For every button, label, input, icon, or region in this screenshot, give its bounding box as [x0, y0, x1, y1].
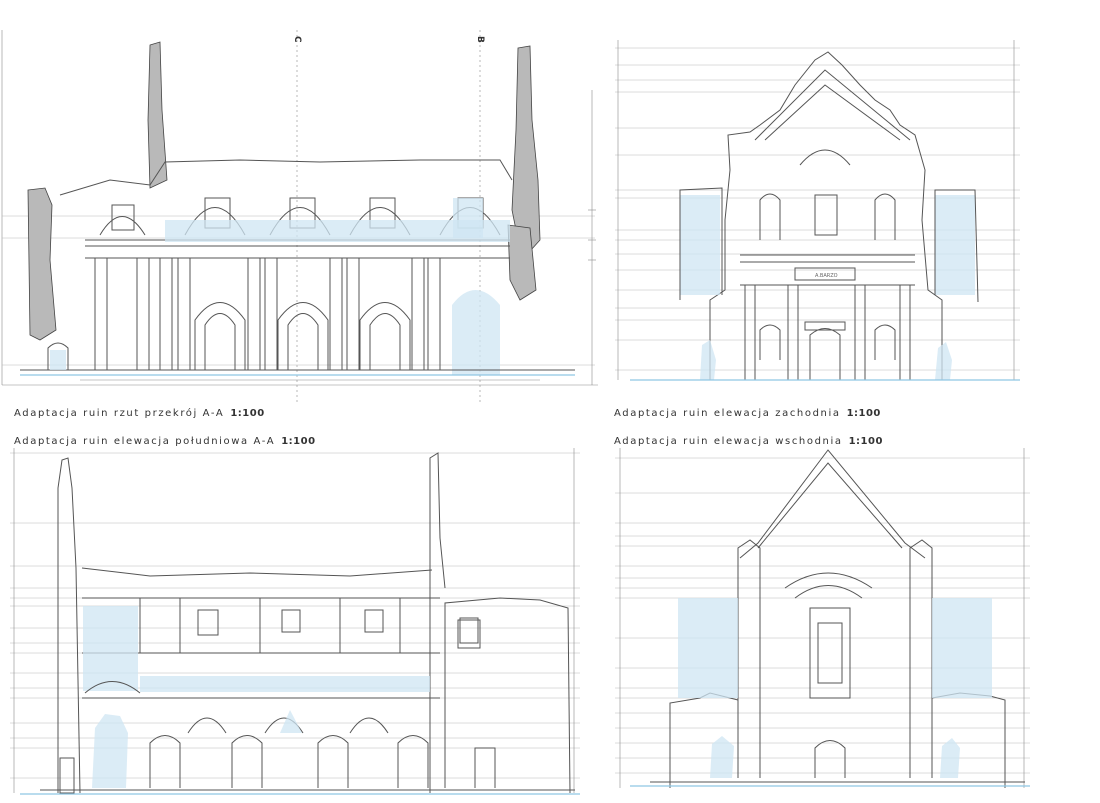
section-aa-svg: C B C B — [1, 30, 598, 405]
east-elevation-drawing — [610, 448, 1050, 800]
west-elevation-drawing: A.BARZO — [610, 40, 1050, 385]
axis-b-top: B — [475, 36, 485, 43]
south-elevation-scale: 1:100 — [281, 436, 316, 447]
south-elevation-caption-text: Adaptacja ruin elewacja południowa A-A — [14, 436, 276, 447]
south-elevation-caption: Adaptacja ruin elewacja południowa A-A 1:… — [14, 436, 316, 447]
south-elevation-drawing — [0, 448, 600, 800]
section-aa-caption-text: Adaptacja ruin rzut przekrój A-A — [14, 408, 225, 419]
west-elevation-svg: A.BARZO — [615, 40, 1020, 381]
west-elevation-caption: Adaptacja ruin elewacja zachodnia 1:100 — [614, 408, 881, 419]
east-elevation-svg — [615, 448, 1030, 788]
section-aa-drawing: C B C B — [0, 30, 600, 405]
drawing-sheet: C B C B Adaptacja ruin rzut przekrój A-A… — [0, 0, 1100, 803]
west-elevation-caption-text: Adaptacja ruin elewacja zachodnia — [614, 408, 841, 419]
section-aa-caption: Adaptacja ruin rzut przekrój A-A 1:100 — [14, 408, 265, 419]
east-elevation-caption-text: Adaptacja ruin elewacja wschodnia — [614, 436, 843, 447]
east-elevation-scale: 1:100 — [848, 436, 883, 447]
west-elevation-scale: 1:100 — [846, 408, 881, 419]
axis-c-top: C — [292, 36, 302, 43]
south-elevation-svg — [10, 448, 580, 795]
section-aa-scale: 1:100 — [230, 408, 265, 419]
west-sign-text: A.BARZO — [815, 273, 838, 279]
east-elevation-caption: Adaptacja ruin elewacja wschodnia 1:100 — [614, 436, 883, 447]
